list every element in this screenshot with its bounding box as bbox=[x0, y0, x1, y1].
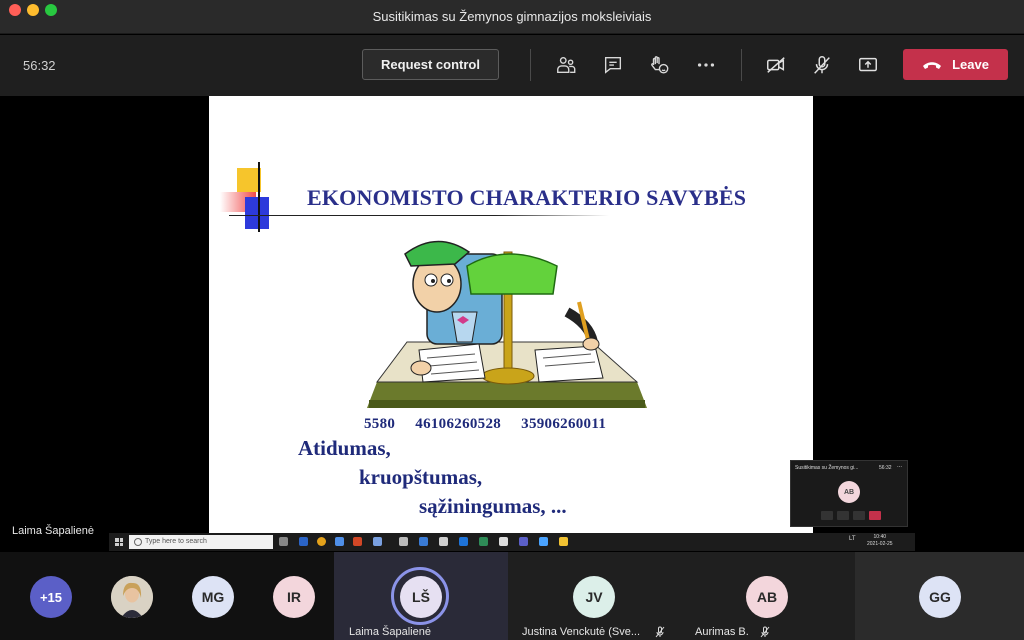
file-explorer-icon bbox=[559, 537, 568, 546]
participant-tile[interactable]: IR bbox=[252, 552, 334, 640]
tray-date: 2021-02-25 bbox=[867, 541, 893, 547]
slide-number: 46106260528 bbox=[415, 416, 502, 432]
participant-avatar: MG bbox=[192, 576, 234, 618]
mini-window-more: ... bbox=[897, 463, 903, 469]
title-bar: Susitikimas su Žemynos gimnazijos moksle… bbox=[0, 0, 1024, 34]
overflow-count-avatar[interactable]: +15 bbox=[30, 576, 72, 618]
overflow-participants-tile[interactable]: +15 bbox=[0, 552, 103, 640]
participant-name: Aurimas B. bbox=[695, 626, 749, 638]
app-icon bbox=[499, 537, 508, 546]
mini-window-timer: 56:32 bbox=[879, 465, 892, 471]
slide-number: 5580 bbox=[364, 416, 396, 432]
mini-mic-icon bbox=[837, 511, 849, 520]
slide-number: 35906260011 bbox=[521, 416, 607, 432]
app-icon bbox=[419, 537, 428, 546]
app-icon bbox=[373, 537, 382, 546]
hang-up-icon bbox=[923, 61, 942, 69]
slide-title: EKONOMISTO CHARAKTERIO SAVYBĖS bbox=[307, 185, 747, 210]
participant-photo-avatar bbox=[111, 576, 153, 618]
participant-avatar: LŠ bbox=[400, 576, 442, 618]
participant-strip: +15 MG IR LŠ Laima Šapalienė JV Justina … bbox=[0, 552, 1024, 640]
app-icon bbox=[439, 537, 448, 546]
chrome-app-icon bbox=[317, 537, 326, 546]
reactions-icon[interactable] bbox=[647, 53, 671, 77]
slide-numbers: 5580 46106260528 35906260011 bbox=[364, 416, 622, 433]
participant-name: Justina Venckutė (Sve... bbox=[522, 626, 641, 638]
app-icon bbox=[539, 537, 548, 546]
mini-share-icon bbox=[853, 511, 865, 520]
mini-camera-icon bbox=[821, 511, 833, 520]
meeting-toolbar: 56:32 Request control Leave bbox=[0, 35, 1024, 96]
participants-icon[interactable] bbox=[554, 53, 578, 77]
tray-language: LT bbox=[849, 536, 856, 542]
request-control-button[interactable]: Request control bbox=[362, 49, 499, 80]
leave-button[interactable]: Leave bbox=[903, 49, 1008, 80]
camera-off-icon[interactable] bbox=[764, 53, 788, 77]
participant-tile[interactable]: JV Justina Venckutė (Sve... bbox=[508, 552, 681, 640]
participant-tile[interactable]: MG bbox=[172, 552, 252, 640]
share-screen-icon[interactable] bbox=[856, 53, 880, 77]
participant-avatar: AB bbox=[746, 576, 788, 618]
teams-app-icon bbox=[519, 537, 528, 546]
participant-tile[interactable]: GG bbox=[855, 552, 1024, 640]
taskbar-search-box: Type here to search bbox=[129, 535, 273, 549]
slide-trait: kruopštumas, bbox=[359, 465, 483, 489]
window-title: Susitikimas su Žemynos gimnazijos moksle… bbox=[372, 9, 652, 24]
participant-avatar: IR bbox=[273, 576, 315, 618]
participant-name: Laima Šapalienė bbox=[349, 626, 431, 638]
slide-decoration-line bbox=[258, 162, 260, 232]
slide-trait: Atidumas, bbox=[298, 436, 391, 460]
shared-screen-stage: EKONOMISTO CHARAKTERIO SAVYBĖS 5580 4610… bbox=[0, 96, 1024, 552]
mini-window-title: Susitikimas su Žemynos gi... bbox=[795, 465, 859, 471]
excel-app-icon bbox=[479, 537, 488, 546]
presentation-slide: EKONOMISTO CHARAKTERIO SAVYBĖS 5580 4610… bbox=[209, 96, 813, 534]
edge-app-icon bbox=[335, 537, 344, 546]
microphone-muted-icon bbox=[655, 626, 665, 638]
more-options-icon[interactable] bbox=[694, 53, 718, 77]
teams-meeting-window: Susitikimas su Žemynos gimnazijos moksle… bbox=[0, 0, 1024, 640]
slide-trait: sąžiningumas, ... bbox=[419, 494, 567, 518]
participant-tile-speaking[interactable]: LŠ Laima Šapalienė bbox=[334, 552, 508, 640]
participant-tile[interactable]: AB Aurimas B. bbox=[681, 552, 855, 640]
windows-start-icon bbox=[115, 538, 123, 546]
shared-mini-meeting-window: Susitikimas su Žemynos gi... 56:32 ... A… bbox=[790, 460, 908, 527]
meeting-timer: 56:32 bbox=[23, 58, 56, 73]
toolbar-divider bbox=[741, 49, 742, 81]
participant-tile[interactable] bbox=[103, 552, 163, 640]
slide-decoration-blue bbox=[245, 197, 269, 229]
tray-time: 10:40 bbox=[873, 534, 887, 540]
participant-avatar: GG bbox=[919, 576, 961, 618]
microphone-muted-icon bbox=[760, 626, 770, 638]
app-icon bbox=[399, 537, 408, 546]
word-app-icon bbox=[299, 537, 308, 546]
microphone-muted-icon[interactable] bbox=[810, 53, 834, 77]
mini-window-avatar: AB bbox=[838, 481, 860, 503]
task-view-icon bbox=[279, 537, 288, 546]
economist-clipart-image bbox=[367, 240, 647, 408]
chat-icon[interactable] bbox=[601, 53, 625, 77]
shared-windows-taskbar: Type here to search LT 10:40 2021-02-25 bbox=[109, 533, 915, 551]
slide-title-underline bbox=[229, 215, 609, 216]
mini-leave-icon bbox=[869, 511, 881, 520]
powerpoint-app-icon bbox=[353, 537, 362, 546]
leave-label: Leave bbox=[952, 57, 989, 72]
participant-avatar: JV bbox=[573, 576, 615, 618]
toolbar-divider bbox=[530, 49, 531, 81]
tray-clock: 10:40 2021-02-25 bbox=[867, 534, 893, 548]
presenter-name: Laima Šapalienė bbox=[12, 525, 94, 537]
dropbox-app-icon bbox=[459, 537, 468, 546]
